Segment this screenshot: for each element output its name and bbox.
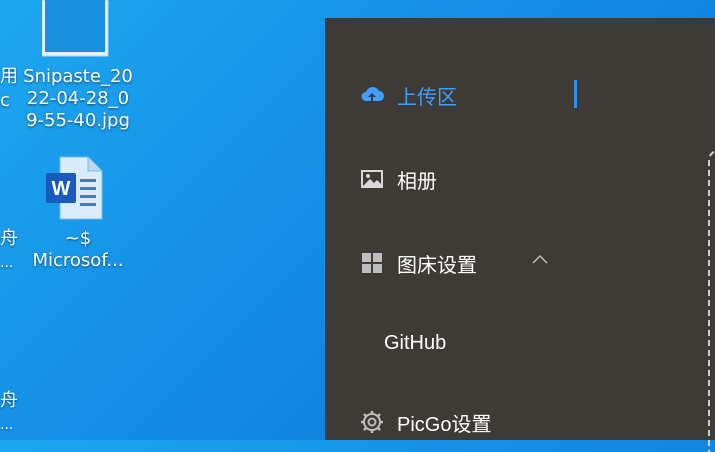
desktop-fragment: ... — [0, 417, 14, 433]
menu-item-album[interactable]: 相册 — [325, 149, 715, 209]
desktop-fragment: 舟 — [0, 228, 18, 249]
word-document-icon[interactable]: W — [44, 155, 104, 221]
menu-item-label: 相册 — [397, 170, 437, 193]
desktop-fragment: c — [0, 90, 10, 111]
image-thumbnail-icon[interactable] — [42, 0, 110, 58]
grid-icon — [362, 253, 382, 273]
svg-text:W: W — [52, 178, 71, 200]
submenu-item-github[interactable]: GitHub — [325, 313, 715, 373]
cloud-upload-icon — [361, 87, 384, 101]
desktop-item-snipaste-label[interactable]: Snipaste_20 22-04-28_0 9-55-40.jpg — [18, 66, 138, 132]
menu-item-picgo-settings[interactable]: PicGo设置 — [325, 392, 715, 452]
menu-item-picbed-settings[interactable]: 图床设置 — [325, 233, 715, 293]
desktop-fragment: 舟 — [0, 390, 18, 411]
menu-item-label: GitHub — [384, 331, 447, 354]
menu-item-label: 图床设置 — [397, 254, 477, 277]
desktop-fragment: ... — [0, 255, 14, 271]
desktop-fragment: 用 — [0, 66, 18, 87]
menu-item-label: PicGo设置 — [397, 413, 492, 436]
chevron-up-icon[interactable] — [530, 250, 550, 270]
menu-item-upload[interactable]: 上传区 — [325, 65, 715, 125]
menu-item-label: 上传区 — [397, 86, 457, 109]
desktop-item-word-label[interactable]: ~$ Microsof... — [18, 228, 138, 272]
gear-icon — [361, 411, 383, 433]
image-icon — [361, 170, 383, 188]
upload-dropzone[interactable] — [708, 150, 715, 452]
active-indicator — [574, 80, 577, 108]
